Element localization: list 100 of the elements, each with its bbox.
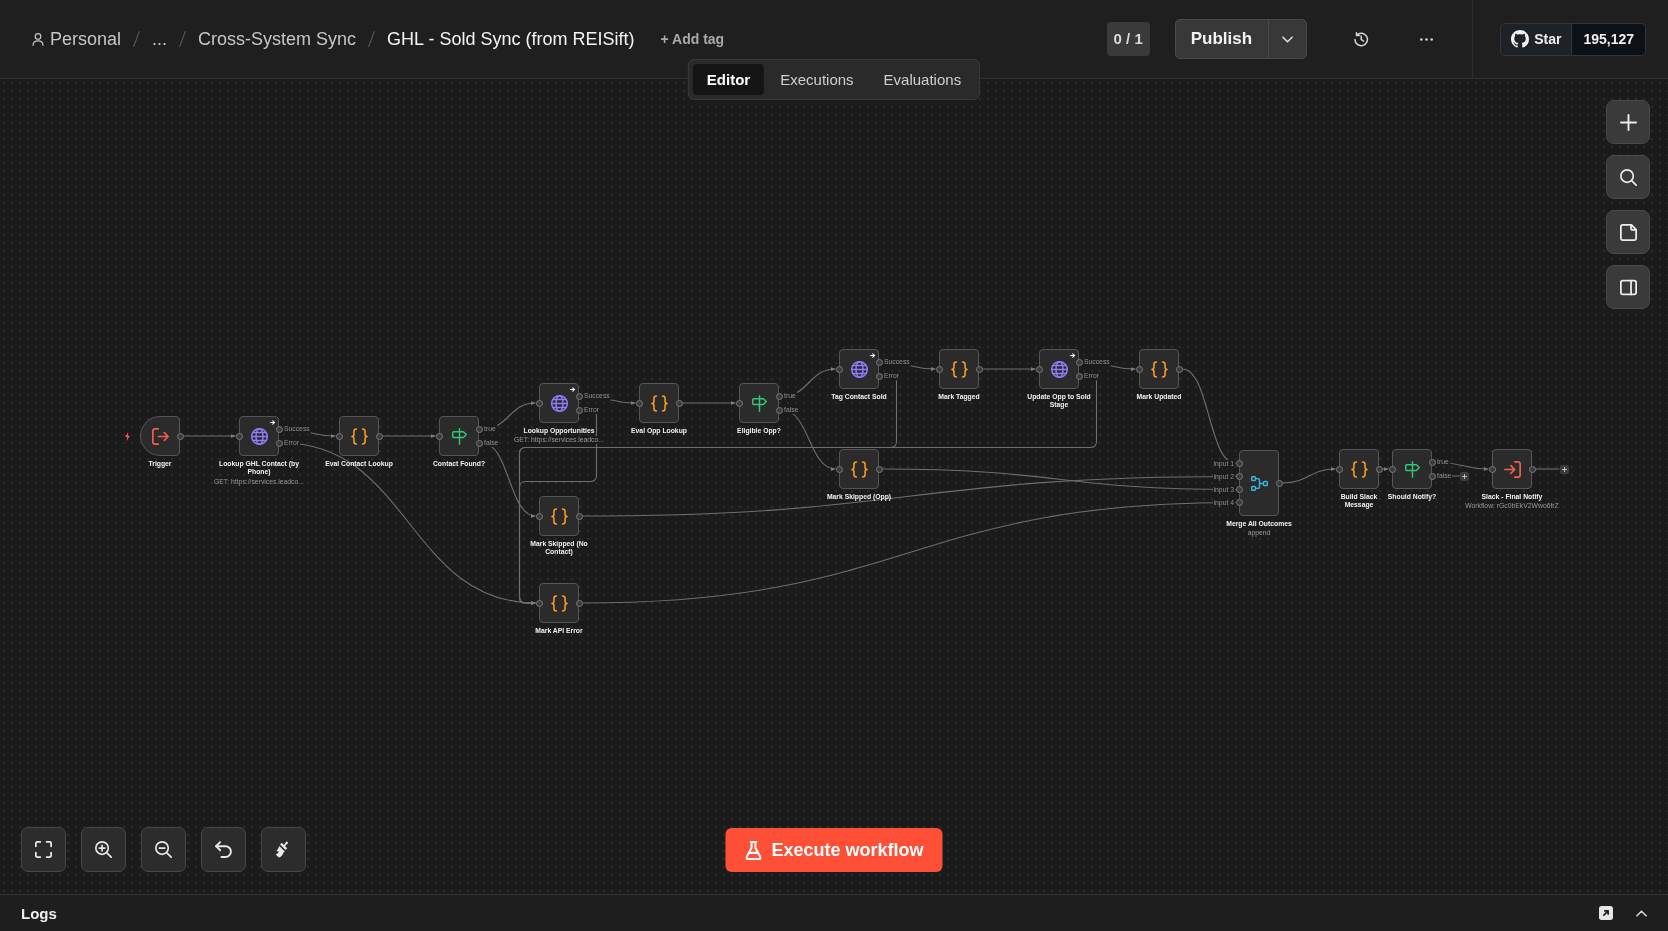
zoom-in-icon (95, 841, 112, 858)
workflow-node[interactable] (439, 416, 479, 456)
workflow-node[interactable] (339, 416, 379, 456)
zoom-in-button[interactable] (81, 827, 126, 872)
input-handle[interactable] (635, 399, 643, 407)
undo-icon (215, 841, 232, 858)
workflow-node[interactable] (1339, 449, 1379, 489)
input-handle[interactable] (335, 432, 343, 440)
input-handle[interactable] (535, 399, 543, 407)
output-handle[interactable] (675, 399, 683, 407)
connector-line (1534, 468, 1561, 470)
connector-line (981, 366, 1037, 372)
user-icon (32, 32, 44, 46)
fit-view-button[interactable] (21, 827, 66, 872)
merge-icon (1250, 474, 1268, 492)
input-handle[interactable] (1488, 465, 1496, 473)
output-handle[interactable] (575, 599, 583, 607)
github-star-button[interactable]: Star (1500, 22, 1573, 56)
workflow-node[interactable] (539, 496, 579, 536)
braces-icon (1150, 360, 1168, 378)
tab[interactable]: Editor (692, 64, 765, 95)
output-handle[interactable] (176, 432, 184, 440)
input-handle[interactable] (1135, 365, 1143, 373)
workflow-node[interactable] (839, 449, 879, 489)
output-handle[interactable] (375, 432, 383, 440)
breadcrumb-link[interactable]: Personal (32, 28, 122, 50)
publish-button[interactable]: Publish (1174, 19, 1270, 59)
globe-icon (850, 360, 868, 378)
output-handle[interactable] (875, 465, 883, 473)
tidy-up-button[interactable] (261, 827, 306, 872)
input-handle[interactable] (435, 432, 443, 440)
arrow-icon (270, 420, 275, 425)
workflow-node[interactable] (1492, 449, 1532, 489)
braces-icon (850, 460, 868, 478)
output-handle[interactable] (1375, 465, 1383, 473)
note-icon (1619, 223, 1637, 241)
workflow-title[interactable]: GHL - Sold Sync (from REISift) (387, 28, 635, 50)
workflow-node[interactable] (939, 349, 979, 389)
workflow-node[interactable] (1392, 449, 1432, 489)
input-handle[interactable] (535, 512, 543, 520)
search-button[interactable] (1606, 155, 1650, 199)
publish-dropdown-button[interactable] (1268, 19, 1308, 59)
input-handle[interactable] (935, 365, 943, 373)
workflow-node[interactable] (1139, 349, 1179, 389)
input-handle[interactable] (835, 465, 843, 473)
plus-icon (1561, 466, 1567, 472)
connector-line (381, 433, 437, 439)
breadcrumb-link[interactable]: Cross-System Sync (198, 28, 357, 50)
input-handle[interactable] (1388, 465, 1396, 473)
logs-title[interactable]: Logs (21, 904, 57, 922)
workflow-node[interactable] (839, 349, 879, 389)
globe-icon (550, 394, 568, 412)
plus-icon (1619, 113, 1637, 131)
plus-icon (1461, 473, 1467, 479)
workflow-node[interactable] (739, 383, 779, 423)
output-handle[interactable] (1175, 365, 1183, 373)
breadcrumb-link[interactable]: ... (152, 28, 168, 50)
braces-icon (650, 394, 668, 412)
input-handle[interactable] (535, 599, 543, 607)
flask-icon (745, 840, 762, 860)
add-node-button[interactable] (1459, 471, 1469, 481)
workflow-node[interactable] (1039, 349, 1079, 389)
add-node-button[interactable] (1559, 464, 1569, 474)
workflow-node[interactable] (140, 416, 180, 456)
output-handle[interactable] (575, 512, 583, 520)
arrow-in-icon (1503, 460, 1521, 478)
workflow-node[interactable] (639, 383, 679, 423)
add-tag-link[interactable]: + Add tag (660, 31, 725, 47)
slash-icon (179, 30, 187, 48)
slash-icon (368, 30, 376, 48)
reset-zoom-button[interactable] (201, 827, 246, 872)
workflow-node[interactable] (239, 416, 279, 456)
workflow-node[interactable] (1239, 450, 1279, 516)
workflow-node[interactable] (539, 583, 579, 623)
tab[interactable]: Evaluations (869, 64, 976, 95)
input-handle[interactable] (835, 365, 843, 373)
output-handle[interactable] (1528, 465, 1536, 473)
braces-icon (550, 507, 568, 525)
star-count: 195,127 (1572, 22, 1646, 56)
globe-icon (1050, 360, 1068, 378)
sticky-note-button[interactable] (1606, 210, 1650, 254)
braces-icon (350, 427, 368, 445)
input-handle[interactable] (235, 432, 243, 440)
add-node-button[interactable] (1606, 100, 1650, 144)
counter-badge: 0 / 1 (1106, 22, 1150, 56)
connector-line (182, 433, 237, 439)
output-handle[interactable] (975, 365, 983, 373)
input-handle[interactable] (735, 399, 743, 407)
braces-icon (1350, 460, 1368, 478)
signpost-icon (450, 427, 468, 445)
zoom-out-button[interactable] (141, 827, 186, 872)
signpost-icon (1403, 460, 1421, 478)
arrow-out-icon (151, 427, 169, 445)
input-handle[interactable] (1335, 465, 1343, 473)
tab[interactable]: Executions (766, 64, 868, 95)
workflow-node[interactable] (539, 383, 579, 423)
braces-icon (950, 360, 968, 378)
panel-toggle-button[interactable] (1606, 265, 1650, 309)
output-handle[interactable] (1275, 479, 1283, 487)
input-handle[interactable] (1035, 365, 1043, 373)
